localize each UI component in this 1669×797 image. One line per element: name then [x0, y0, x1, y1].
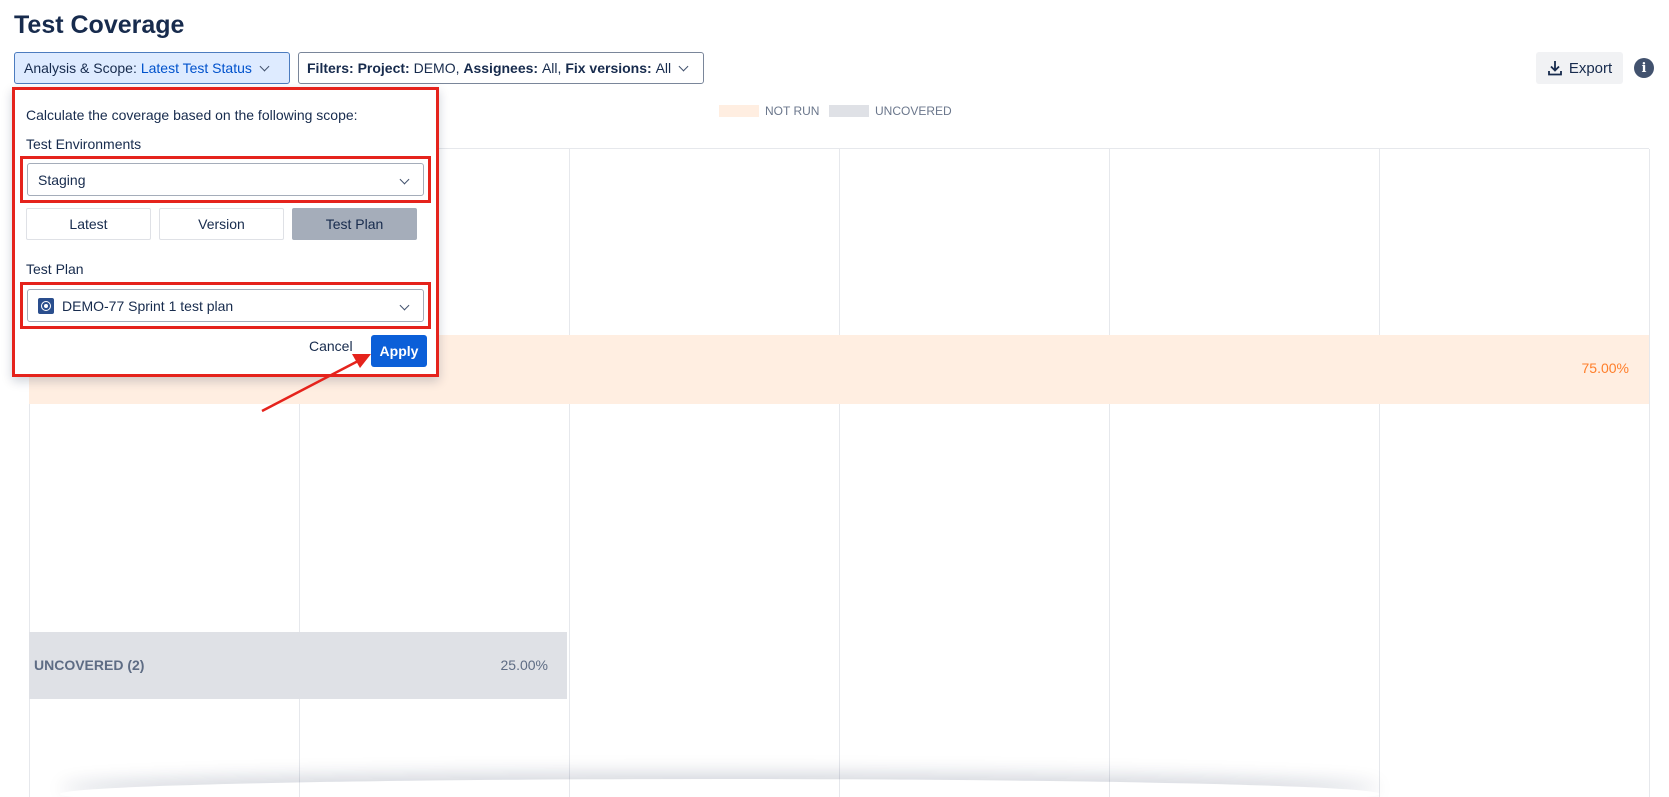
mode-label: Latest — [69, 216, 108, 232]
apply-button[interactable]: Apply — [371, 335, 427, 367]
mode-latest-button[interactable]: Latest — [26, 208, 151, 240]
test-plan-select[interactable]: DEMO-77 Sprint 1 test plan — [27, 289, 424, 322]
legend-item-not-run: NOT RUN — [719, 104, 819, 118]
assignees-value: All, — [541, 60, 562, 76]
test-plan-highlight: DEMO-77 Sprint 1 test plan — [20, 282, 431, 329]
uncovered-percent: 25.00% — [500, 657, 548, 673]
scope-description: Calculate the coverage based on the foll… — [26, 107, 358, 123]
export-label: Export — [1568, 59, 1613, 77]
test-environment-value: Staging — [38, 171, 86, 188]
mode-test-plan-button[interactable]: Test Plan — [292, 208, 417, 240]
legend-label: NOT RUN — [765, 104, 820, 118]
chevron-down-icon — [399, 174, 410, 185]
legend-swatch — [829, 105, 869, 117]
info-icon[interactable]: i — [1634, 58, 1654, 78]
fix-versions-value: All — [655, 60, 672, 76]
legend-swatch — [719, 105, 759, 117]
grid-line — [1379, 149, 1380, 797]
filters-label: Filters: — [307, 60, 354, 76]
filters-button[interactable]: Filters: Project: DEMO, Assignees: All, … — [298, 52, 704, 84]
mode-label: Version — [198, 216, 245, 232]
page-title: Test Coverage — [14, 11, 185, 39]
legend-label: UNCOVERED — [875, 104, 952, 118]
project-value: DEMO, — [413, 60, 460, 76]
test-plan-icon — [38, 297, 54, 314]
uncovered-bar[interactable]: UNCOVERED (2) 25.00% — [29, 632, 567, 699]
download-icon — [1547, 61, 1562, 76]
not-run-percent: 75.00% — [1581, 360, 1629, 376]
grid-line — [1109, 149, 1110, 797]
mode-version-button[interactable]: Version — [159, 208, 284, 240]
grid-line — [1649, 149, 1650, 797]
test-environments-label: Test Environments — [26, 136, 142, 152]
chevron-down-icon — [259, 61, 270, 71]
grid-line — [569, 149, 570, 797]
fix-versions-label: Fix versions: — [565, 60, 652, 76]
test-plan-value: DEMO-77 Sprint 1 test plan — [62, 297, 234, 314]
export-button[interactable]: Export — [1536, 52, 1623, 84]
analysis-scope-label: Analysis & Scope: — [24, 60, 137, 76]
environment-highlight: Staging — [20, 156, 431, 203]
cancel-button[interactable]: Cancel — [309, 338, 353, 354]
assignees-label: Assignees: — [463, 60, 539, 76]
chevron-down-icon — [678, 61, 689, 71]
chevron-down-icon — [399, 300, 410, 311]
test-environment-select[interactable]: Staging — [27, 163, 424, 196]
project-label: Project: — [357, 60, 410, 76]
legend-item-uncovered: UNCOVERED — [829, 104, 952, 118]
mode-label: Test Plan — [325, 216, 384, 232]
analysis-scope-popup: Calculate the coverage based on the foll… — [12, 87, 439, 377]
test-plan-label: Test Plan — [26, 261, 84, 277]
uncovered-label: UNCOVERED (2) — [34, 657, 145, 673]
analysis-scope-value: Latest Test Status — [140, 60, 252, 76]
grid-line — [839, 149, 840, 797]
analysis-scope-button[interactable]: Analysis & Scope: Latest Test Status — [14, 52, 290, 84]
